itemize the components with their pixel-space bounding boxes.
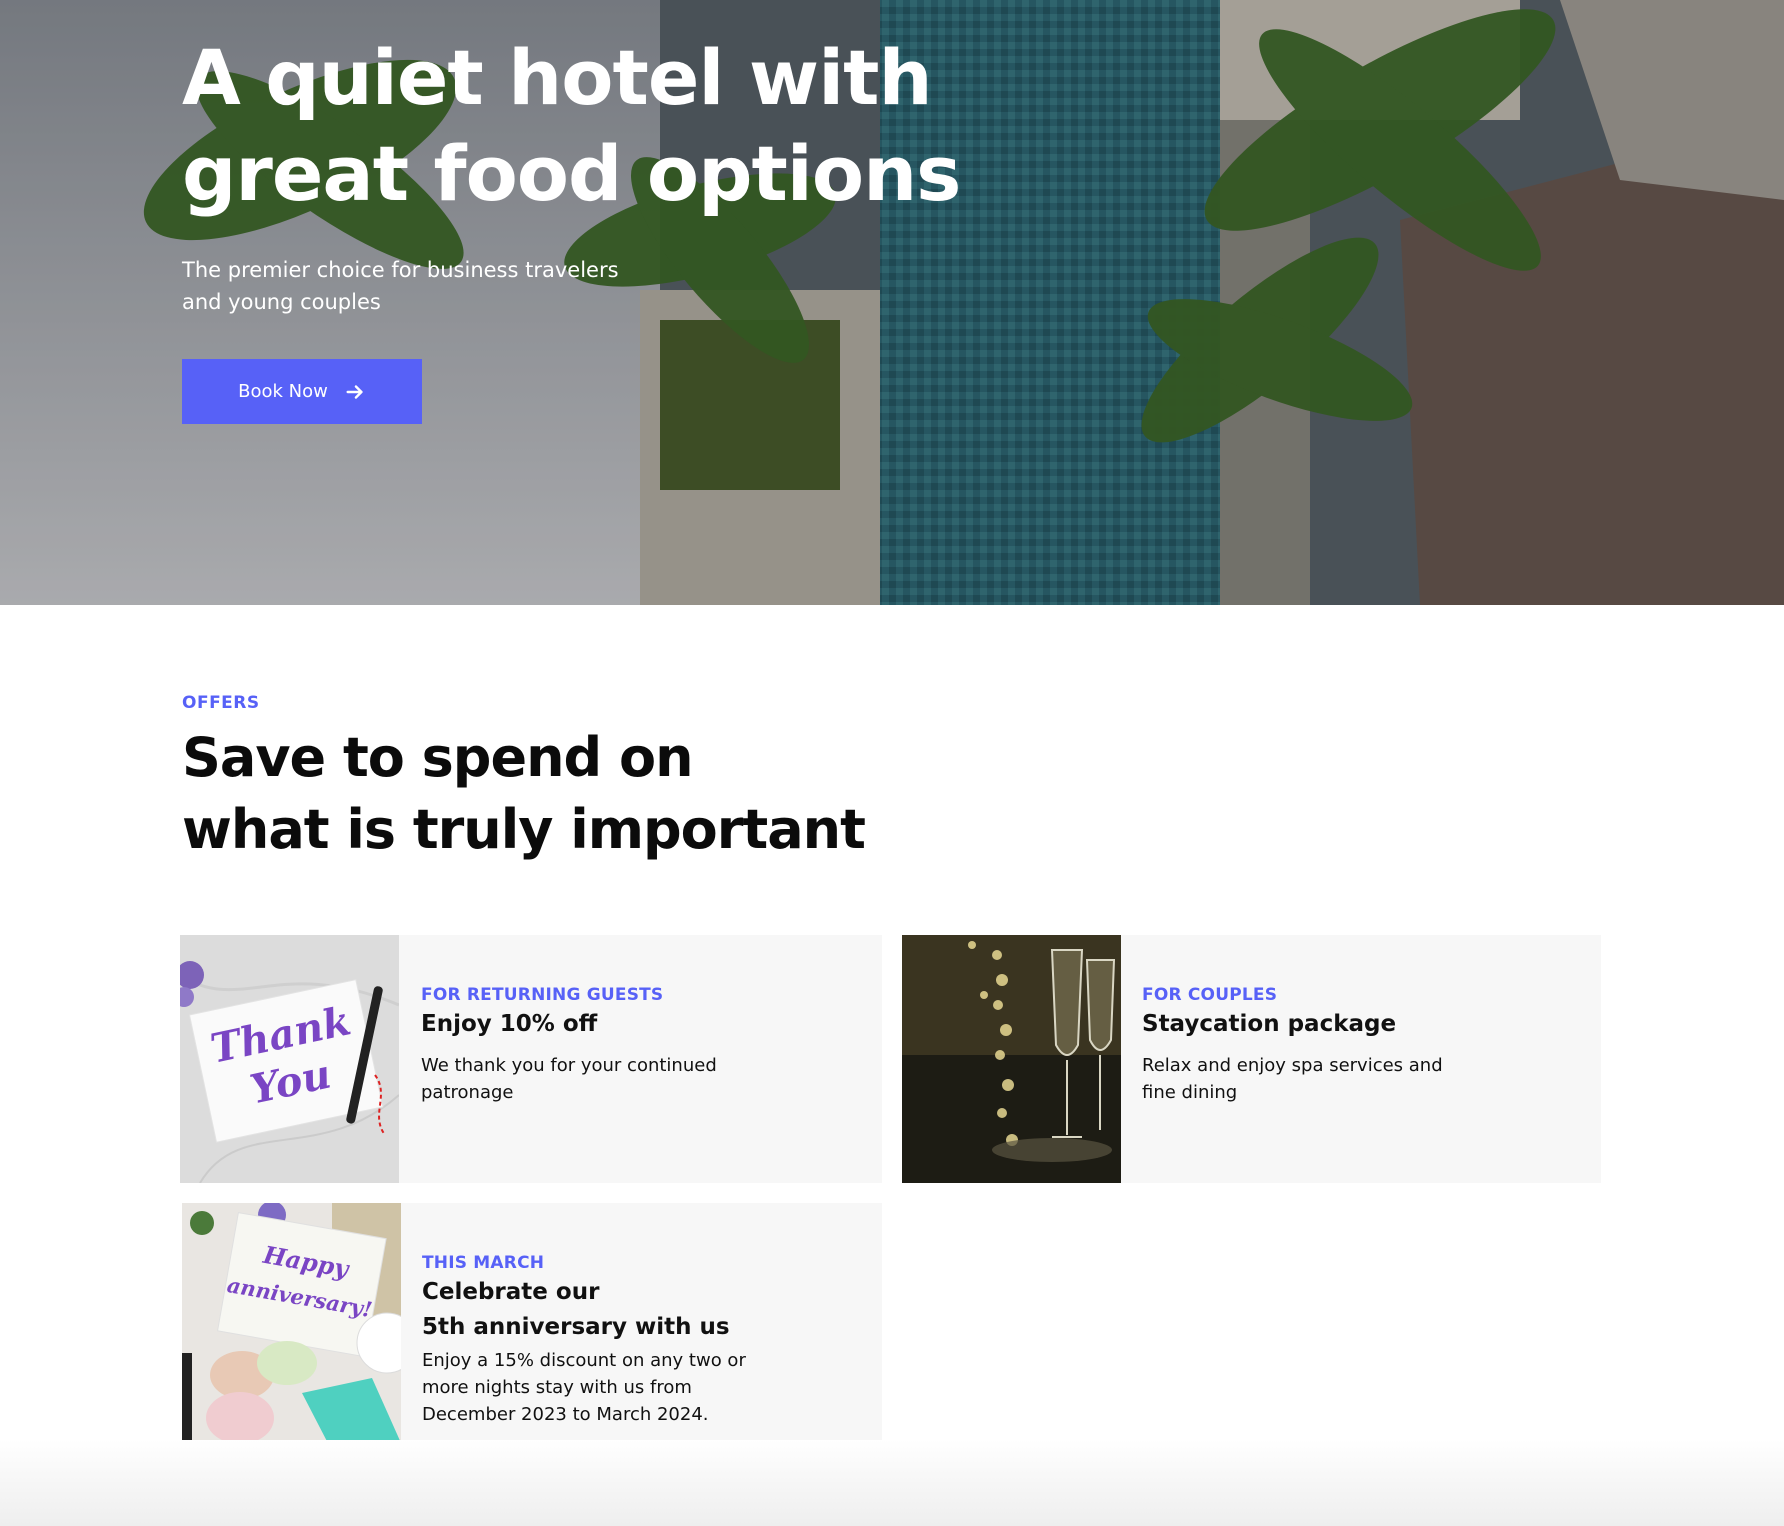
offers-title-line: Save to spend on (182, 726, 694, 789)
arrow-right-icon (346, 384, 363, 399)
thank-you-card-image: Thank You (180, 935, 399, 1183)
offer-description-line: more nights stay with us from (422, 1377, 692, 1398)
offer-title: Enjoy 10% off (421, 1011, 598, 1037)
hero-title-line: A quiet hotel with (182, 33, 933, 122)
offer-description: We thank you for your continued patronag… (421, 1052, 761, 1106)
offer-description-line: Enjoy a 15% discount on any two or (422, 1350, 746, 1371)
book-now-button[interactable]: Book Now (182, 359, 422, 424)
book-now-label: Book Now (238, 381, 328, 402)
offer-title-line: Celebrate our (422, 1279, 600, 1305)
offer-description-line: December 2023 to March 2024. (422, 1404, 709, 1425)
offer-card-body: FOR COUPLES Staycation package Relax and… (1142, 935, 1577, 1106)
offers-title: Save to spend on what is truly important (182, 722, 1082, 866)
offer-description-line: We thank you for your continued (421, 1055, 717, 1076)
hero-subtitle-line: and young couples (182, 290, 381, 314)
offer-tag: FOR RETURNING GUESTS (421, 985, 664, 1005)
hero-section: A quiet hotel with great food options Th… (0, 0, 1784, 605)
offer-title-line: 5th anniversary with us (422, 1314, 730, 1340)
offer-description: Relax and enjoy spa services and fine di… (1142, 1052, 1482, 1106)
happy-anniversary-image: Happy anniversary! (182, 1203, 401, 1451)
offer-card-body: THIS MARCH Celebrate our 5th anniversary… (422, 1203, 858, 1428)
champagne-glasses-image (902, 935, 1121, 1183)
offer-title: Staycation package (1142, 1011, 1397, 1037)
hero-subtitle-line: The premier choice for business traveler… (182, 258, 619, 282)
offer-description-line: Relax and enjoy spa services and (1142, 1055, 1443, 1076)
hero-content: A quiet hotel with great food options Th… (182, 30, 1082, 318)
offer-card-body: FOR RETURNING GUESTS Enjoy 10% off We th… (421, 935, 858, 1106)
hero-title: A quiet hotel with great food options (182, 30, 1082, 222)
offers-title-line: what is truly important (182, 798, 866, 861)
offer-description: Enjoy a 15% discount on any two or more … (422, 1347, 802, 1428)
offers-eyebrow: OFFERS (182, 693, 260, 713)
offer-tag: THIS MARCH (422, 1253, 545, 1273)
offer-card-returning-guests[interactable]: Thank You FOR RETURNING GUESTS Enjoy 10%… (180, 935, 882, 1183)
offer-card-couples[interactable]: FOR COUPLES Staycation package Relax and… (902, 935, 1601, 1183)
offer-description-line: patronage (421, 1082, 514, 1103)
hero-title-line: great food options (182, 129, 961, 218)
offer-card-anniversary[interactable]: Happy anniversary! THIS MARCH Celebrate … (182, 1203, 882, 1451)
page-bottom-fade (0, 1440, 1784, 1526)
offer-tag: FOR COUPLES (1142, 985, 1278, 1005)
offer-description-line: fine dining (1142, 1082, 1238, 1103)
offer-title: Celebrate our 5th anniversary with us (422, 1275, 858, 1345)
hero-subtitle: The premier choice for business traveler… (182, 254, 632, 318)
